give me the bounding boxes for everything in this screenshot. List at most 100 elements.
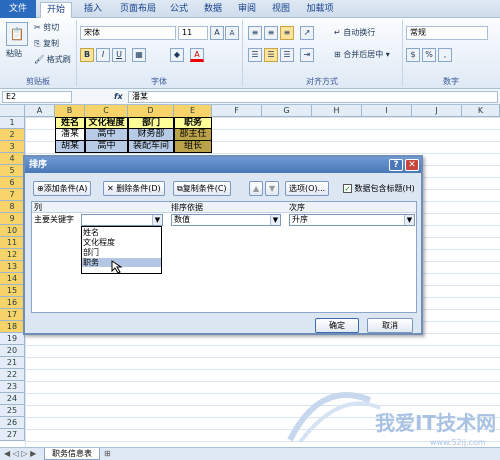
font-name-box[interactable]: 宋体 xyxy=(80,26,176,40)
column-header-i[interactable]: I xyxy=(362,105,412,117)
row-header-11[interactable]: 11 xyxy=(0,237,25,249)
chevron-down-icon[interactable]: ▼ xyxy=(404,215,414,225)
row-header-16[interactable]: 16 xyxy=(0,297,25,309)
row-header-14[interactable]: 14 xyxy=(0,273,25,285)
column-header-d[interactable]: D xyxy=(128,105,174,117)
bold-button[interactable]: B xyxy=(80,48,94,62)
row-header-15[interactable]: 15 xyxy=(0,285,25,297)
cell-d3[interactable]: 装配车间 xyxy=(128,141,174,153)
cell-b1[interactable]: 姓名 xyxy=(55,117,85,129)
cell-e2[interactable]: 部主任 xyxy=(174,129,212,141)
paste-icon[interactable]: 📋 xyxy=(6,22,28,46)
row-header-13[interactable]: 13 xyxy=(0,261,25,273)
chevron-down-icon[interactable]: ▼ xyxy=(270,215,280,225)
row-header-17[interactable]: 17 xyxy=(0,309,25,321)
comma-icon[interactable]: , xyxy=(438,48,452,62)
wrap-text-button[interactable]: ↵ 自动换行 xyxy=(334,27,375,39)
align-center-icon[interactable]: ☰ xyxy=(264,48,278,62)
row-header-9[interactable]: 9 xyxy=(0,213,25,225)
name-box[interactable]: E2 xyxy=(2,91,72,103)
row-header-18[interactable]: 18 xyxy=(0,321,25,333)
column-header-e[interactable]: E xyxy=(174,105,212,117)
dropdown-option[interactable]: 部门 xyxy=(82,248,161,257)
tab-view[interactable]: 视图 xyxy=(266,2,296,18)
tab-page-layout[interactable]: 页面布局 xyxy=(112,2,164,18)
align-top-icon[interactable]: ≡ xyxy=(248,26,262,40)
borders-icon[interactable]: ▦ xyxy=(132,48,146,62)
column-header-g[interactable]: G xyxy=(262,105,312,117)
row-header-1[interactable]: 1 xyxy=(0,117,25,129)
row-header-23[interactable]: 23 xyxy=(0,381,25,393)
select-all-corner[interactable] xyxy=(0,105,25,117)
row-header-27[interactable]: 27 xyxy=(0,429,25,441)
sort-on-combo[interactable]: 数值 ▼ xyxy=(171,214,281,226)
sort-key-combo[interactable]: ▼ xyxy=(81,214,163,226)
tab-review[interactable]: 审阅 xyxy=(232,2,262,18)
column-header-a[interactable]: A xyxy=(25,105,55,117)
grow-font-icon[interactable]: A xyxy=(210,26,224,40)
row-header-5[interactable]: 5 xyxy=(0,165,25,177)
italic-button[interactable]: I xyxy=(96,48,110,62)
cell-e1[interactable]: 职务 xyxy=(174,117,212,129)
row-header-26[interactable]: 26 xyxy=(0,417,25,429)
shrink-font-icon[interactable]: A xyxy=(225,26,239,40)
number-format-box[interactable]: 常规 xyxy=(406,26,488,40)
font-size-box[interactable]: 11 xyxy=(178,26,208,40)
tab-formulas[interactable]: 公式 xyxy=(164,2,194,18)
align-right-icon[interactable]: ☰ xyxy=(280,48,294,62)
sheet-tab-active[interactable]: 职务信息表 xyxy=(44,448,100,460)
cancel-button[interactable]: 取消 xyxy=(367,318,413,333)
cut-button[interactable]: ✂ 剪切 xyxy=(34,22,59,34)
order-combo[interactable]: 升序 ▼ xyxy=(289,214,415,226)
tab-addins[interactable]: 加载项 xyxy=(300,2,340,18)
dropdown-option[interactable]: 文化程度 xyxy=(82,238,161,247)
row-header-24[interactable]: 24 xyxy=(0,393,25,405)
row-header-8[interactable]: 8 xyxy=(0,201,25,213)
row-header-19[interactable]: 19 xyxy=(0,333,25,345)
row-header-4[interactable]: 4 xyxy=(0,153,25,165)
underline-button[interactable]: U xyxy=(112,48,126,62)
insert-sheet-icon[interactable]: ⊞ xyxy=(104,449,118,459)
fx-icon[interactable]: fx xyxy=(114,91,123,103)
column-header-b[interactable]: B xyxy=(55,105,85,117)
align-bottom-icon[interactable]: ≡ xyxy=(280,26,294,40)
copy-button[interactable]: ⎘ 复制 xyxy=(34,38,59,50)
row-header-12[interactable]: 12 xyxy=(0,249,25,261)
cell-c2[interactable]: 高中 xyxy=(85,129,128,141)
header-checkbox[interactable]: ✓ xyxy=(343,184,352,193)
orientation-icon[interactable]: ↗ xyxy=(300,26,314,40)
row-header-3[interactable]: 3 xyxy=(0,141,25,153)
row-header-10[interactable]: 10 xyxy=(0,225,25,237)
tab-insert[interactable]: 插入 xyxy=(78,2,108,18)
font-color-icon[interactable]: A xyxy=(190,48,204,62)
dropdown-option[interactable]: 姓名 xyxy=(82,228,161,237)
formula-input[interactable]: 潘某 xyxy=(128,91,498,103)
column-header-f[interactable]: F xyxy=(212,105,262,117)
fill-color-icon[interactable]: ◆ xyxy=(170,48,184,62)
tab-data[interactable]: 数据 xyxy=(198,2,228,18)
copy-level-button[interactable]: ⧉复制条件(C) xyxy=(173,181,231,196)
delete-level-button[interactable]: ✕ 删除条件(D) xyxy=(103,181,165,196)
options-button[interactable]: 选项(O)... xyxy=(285,181,330,196)
tab-home[interactable]: 开始 xyxy=(40,2,72,18)
align-left-icon[interactable]: ☰ xyxy=(248,48,262,62)
close-button[interactable]: ✕ xyxy=(405,159,419,171)
tab-file[interactable]: 文件 xyxy=(0,0,36,18)
align-middle-icon[interactable]: ≡ xyxy=(264,26,278,40)
column-header-j[interactable]: J xyxy=(412,105,462,117)
column-header-k[interactable]: K xyxy=(462,105,500,117)
row-header-22[interactable]: 22 xyxy=(0,369,25,381)
merge-center-button[interactable]: ⊞ 合并后居中 ▾ xyxy=(334,49,390,61)
add-level-button[interactable]: ⊕添加条件(A) xyxy=(33,181,92,196)
cell-b3[interactable]: 胡某 xyxy=(55,141,85,153)
ok-button[interactable]: 确定 xyxy=(315,318,359,333)
chevron-down-icon[interactable]: ▼ xyxy=(152,215,162,225)
row-header-2[interactable]: 2 xyxy=(0,129,25,141)
move-down-button[interactable]: ▼ xyxy=(265,181,280,196)
cell-c3[interactable]: 高中 xyxy=(85,141,128,153)
column-header-c[interactable]: C xyxy=(85,105,128,117)
cell-e3[interactable]: 组长 xyxy=(174,141,212,153)
cell-d2[interactable]: 财务部 xyxy=(128,129,174,141)
cell-c1[interactable]: 文化程度 xyxy=(85,117,128,129)
row-header-21[interactable]: 21 xyxy=(0,357,25,369)
